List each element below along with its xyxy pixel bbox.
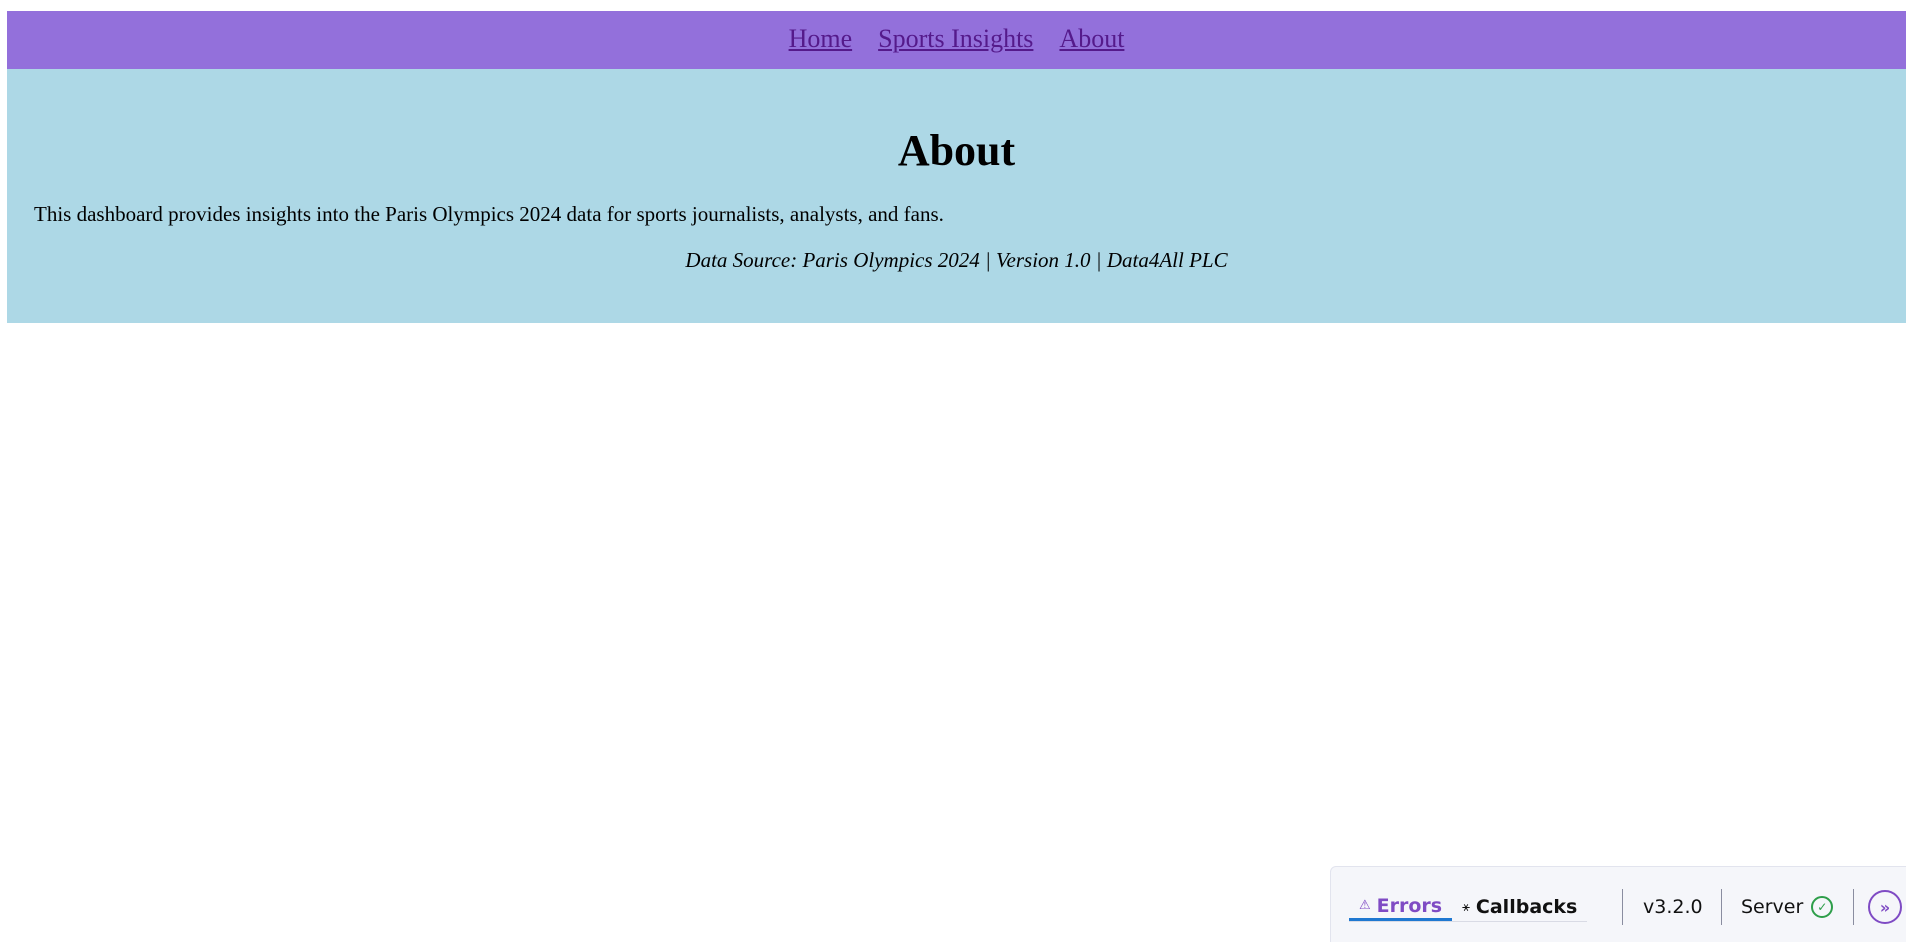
version-label: v3.2.0 (1643, 896, 1703, 918)
about-panel: About This dashboard provides insights i… (7, 69, 1906, 323)
top-navbar: Home Sports Insights About (7, 11, 1906, 69)
server-label: Server (1741, 896, 1804, 918)
expand-icon[interactable]: » (1868, 890, 1902, 924)
check-circle-icon: ✓ (1811, 896, 1834, 918)
nav-link-sports-insights[interactable]: Sports Insights (878, 24, 1033, 56)
errors-tab-label: Errors (1376, 894, 1443, 917)
callbacks-tab-label: Callbacks (1475, 896, 1578, 918)
data-source-note: Data Source: Paris Olympics 2024 | Versi… (685, 248, 1228, 272)
callbacks-tab[interactable]: ⚹ Callbacks (1452, 893, 1587, 921)
about-description: This dashboard provides insights into th… (34, 202, 944, 226)
page-title: About (897, 126, 1016, 175)
page: Home Sports Insights About About This da… (0, 0, 1906, 942)
nav-link-about[interactable]: About (1059, 24, 1124, 56)
warning-icon: ⚠ (1359, 898, 1371, 913)
callback-graph-icon: ⚹ (1462, 899, 1470, 915)
dash-devtools-bar: ⚠ Errors ⚹ Callbacks v3.2.0 Server ✓ » (1330, 866, 1906, 942)
divider (1853, 889, 1854, 925)
divider (1622, 889, 1623, 925)
errors-tab[interactable]: ⚠ Errors (1349, 893, 1453, 921)
nav-link-home[interactable]: Home (789, 24, 853, 56)
divider (1721, 889, 1722, 925)
devtools-tabs: ⚠ Errors ⚹ Callbacks (1349, 893, 1588, 922)
server-status: Server ✓ (1741, 896, 1834, 918)
